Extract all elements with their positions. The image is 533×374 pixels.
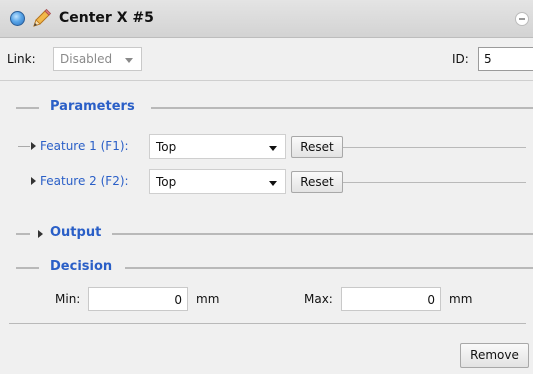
feature-2-select-value: Top [156,175,177,189]
window-title: Center X #5 [59,10,154,26]
feature-2-select[interactable]: Top [149,169,286,194]
row-divider [343,182,526,183]
link-select-value: Disabled [60,52,113,66]
triangle-right-icon[interactable] [31,177,36,185]
section-divider [16,267,39,269]
min-label: Min: [55,292,81,306]
feature-1-select-value: Top [156,140,177,154]
section-divider [16,233,30,235]
section-divider [151,107,533,109]
max-unit: mm [449,292,473,306]
section-divider [16,107,39,109]
feature-1-select[interactable]: Top [149,134,286,159]
output-heading[interactable]: Output [50,225,101,240]
max-label: Max: [304,292,333,306]
decision-section-header: Decision [0,259,533,277]
feature-row-1: Feature 1 (F1): Top Reset [0,134,533,160]
min-input[interactable]: 0 [88,287,188,311]
link-select[interactable]: Disabled [53,47,142,71]
chevron-down-icon [269,146,277,151]
status-orb-icon [10,11,25,26]
tree-connector [18,146,30,147]
section-divider [112,233,533,235]
row-divider [343,147,526,148]
section-divider [125,267,533,269]
min-unit: mm [196,292,220,306]
feature-1-reset-button[interactable]: Reset [291,136,343,158]
id-label: ID: [452,52,469,66]
link-row: Link: Disabled ID: 5 [0,39,533,81]
link-label: Link: [7,52,36,66]
parameters-heading: Parameters [50,99,135,114]
output-section-header[interactable]: Output [0,225,533,243]
chevron-down-icon [125,58,133,63]
triangle-right-icon[interactable] [31,142,36,150]
title-bar: Center X #5 [0,0,533,38]
id-input[interactable]: 5 [478,47,533,71]
max-input[interactable]: 0 [341,287,441,311]
triangle-right-icon[interactable] [38,230,43,238]
decision-row: Min: 0 mm Max: 0 mm [0,287,533,313]
chevron-down-icon [269,181,277,186]
feature-2-label[interactable]: Feature 2 (F2): [40,174,129,188]
feature-2-reset-button[interactable]: Reset [291,171,343,193]
feature-row-2: Feature 2 (F2): Top Reset [0,169,533,195]
remove-button[interactable]: Remove [460,343,529,368]
pencil-icon[interactable] [30,8,52,30]
collapse-icon[interactable] [515,12,529,26]
parameters-section-header: Parameters [0,99,533,117]
divider [9,323,526,324]
decision-heading: Decision [50,259,113,274]
feature-1-label[interactable]: Feature 1 (F1): [40,139,129,153]
